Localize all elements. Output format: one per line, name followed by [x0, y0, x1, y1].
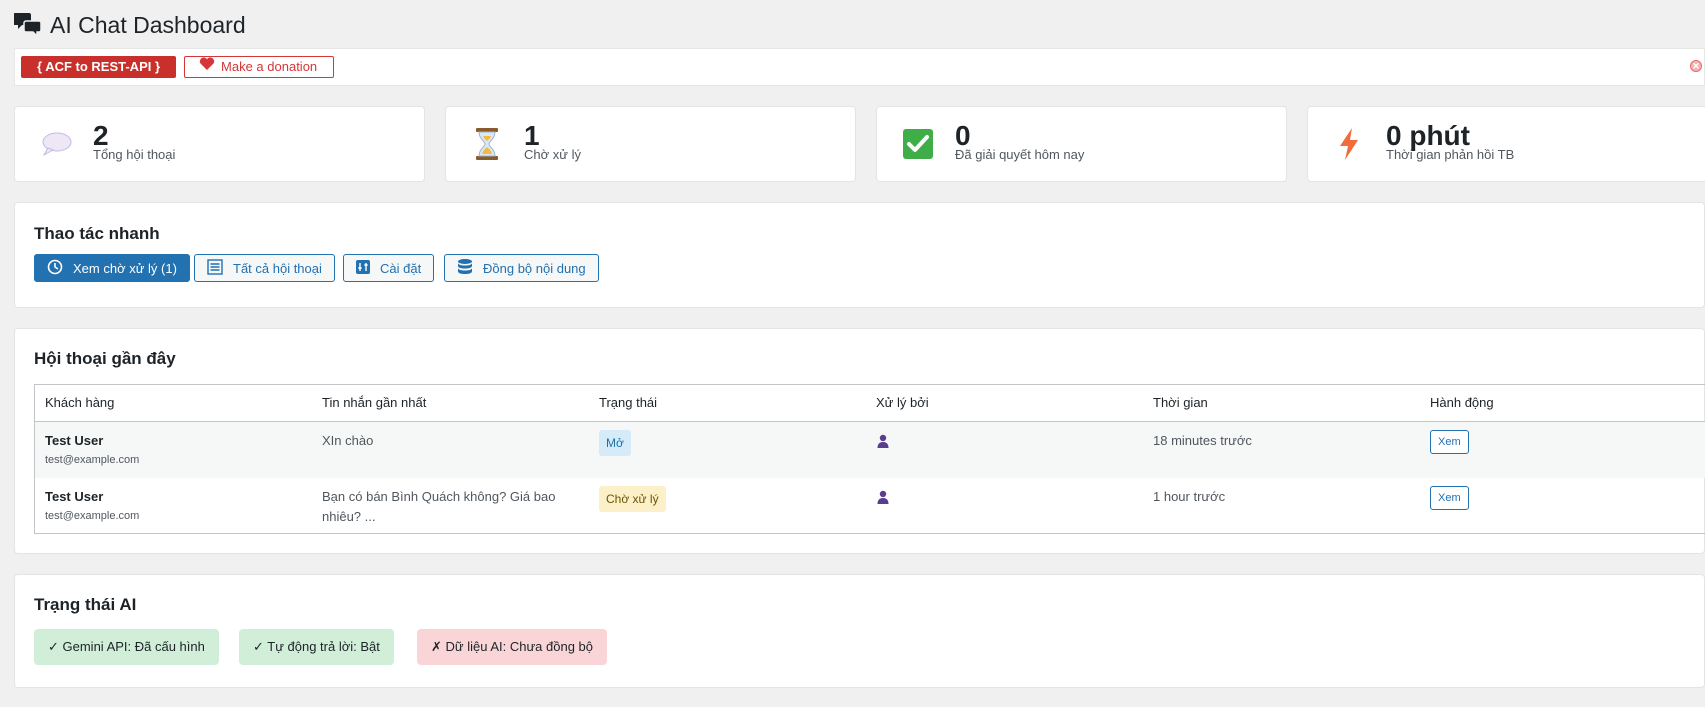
- chat-bubbles-icon: [13, 11, 42, 40]
- user-icon: [876, 490, 890, 507]
- status-badge: Mở: [599, 430, 631, 456]
- stat-card-total: 2 Tổng hội thoại: [14, 106, 425, 182]
- column-header: Thời gian: [1153, 395, 1208, 410]
- settings-label: Cài đặt: [380, 260, 422, 276]
- customer-email: test@example.com: [45, 510, 140, 522]
- column-header: Tin nhắn gần nhất: [322, 395, 427, 410]
- user-icon: [876, 434, 890, 451]
- database-icon: [457, 258, 473, 279]
- heart-icon: [199, 57, 215, 77]
- column-header: Hành động: [1430, 395, 1494, 410]
- clock-icon: [47, 259, 63, 278]
- customer-email: test@example.com: [45, 454, 140, 466]
- stat-card-response-time: 0 phút Thời gian phản hồi TB: [1307, 106, 1705, 182]
- ai-data-sync-status: ✗ Dữ liệu AI: Chưa đồng bộ: [417, 629, 607, 665]
- stat-label: Chờ xử lý: [524, 147, 581, 162]
- sync-content-label: Đồng bộ nội dung: [483, 260, 586, 276]
- all-conversations-button[interactable]: Tất cả hội thoại: [194, 254, 335, 282]
- last-message: Bạn có bán Bình Quách không? Giá bao: [322, 489, 556, 504]
- customer-name: Test User: [45, 433, 104, 448]
- view-pending-button[interactable]: Xem chờ xử lý (1): [34, 254, 190, 282]
- ai-status-panel: Trạng thái AI ✓ Gemini API: Đã cấu hình …: [14, 574, 1705, 688]
- status-badge: Chờ xử lý: [599, 486, 666, 512]
- view-conversation-button[interactable]: Xem: [1430, 486, 1469, 510]
- auto-reply-status: ✓ Tự động trả lời: Bật: [239, 629, 394, 665]
- page-header: AI Chat Dashboard: [13, 10, 246, 40]
- acf-to-rest-api-button[interactable]: { ACF to REST-API }: [21, 56, 177, 78]
- gemini-api-status: ✓ Gemini API: Đã cấu hình: [34, 629, 219, 665]
- view-pending-label: Xem chờ xử lý (1): [73, 260, 177, 276]
- last-message-continued: nhiêu? ...: [322, 509, 376, 524]
- stat-label: Đã giải quyết hôm nay: [955, 147, 1085, 162]
- last-message: XIn chào: [322, 433, 374, 448]
- check-mark-icon: [901, 127, 935, 161]
- customer-name: Test User: [45, 489, 104, 504]
- stat-label: Thời gian phản hồi TB: [1386, 147, 1515, 162]
- lightning-icon: [1332, 127, 1366, 161]
- settings-button[interactable]: Cài đặt: [343, 254, 435, 282]
- hourglass-icon: [470, 127, 504, 161]
- plugin-notice: { ACF to REST-API } Make a donation ✕: [14, 48, 1705, 86]
- column-header: Xử lý bởi: [876, 395, 929, 410]
- sync-content-button[interactable]: Đồng bộ nội dung: [444, 254, 599, 282]
- view-conversation-button[interactable]: Xem: [1430, 430, 1469, 454]
- list-icon: [207, 258, 223, 278]
- stats-row: 2 Tổng hội thoại 1 Chờ xử lý 0 Đã giải q…: [14, 106, 1705, 182]
- stat-card-resolved: 0 Đã giải quyết hôm nay: [876, 106, 1287, 182]
- quick-actions-panel: Thao tác nhanh Xem chờ xử lý (1) Tất cả …: [14, 202, 1705, 308]
- dismiss-notice-icon[interactable]: ✕: [1690, 60, 1702, 72]
- recent-conversations-title: Hội thoại gần đây: [34, 349, 176, 368]
- page-title: AI Chat Dashboard: [50, 11, 246, 38]
- column-header: Khách hàng: [45, 395, 115, 410]
- recent-conversations-panel: Hội thoại gần đây Khách hàng Tin nhắn gầ…: [14, 328, 1705, 554]
- make-donation-button[interactable]: Make a donation: [184, 56, 335, 78]
- conversation-time: 1 hour trước: [1153, 489, 1226, 504]
- conversation-time: 18 minutes trước: [1153, 433, 1252, 448]
- donate-label: Make a donation: [221, 59, 318, 74]
- ai-status-title: Trạng thái AI: [34, 595, 137, 614]
- table-row: Test User test@example.com XIn chào Mở 1…: [35, 422, 1705, 478]
- quick-actions-title: Thao tác nhanh: [34, 224, 160, 243]
- speech-bubble-icon: [39, 127, 73, 161]
- stat-label: Tổng hội thoại: [93, 147, 176, 162]
- table-row: Test User test@example.com Bạn có bán Bì…: [35, 478, 1705, 534]
- column-header: Trạng thái: [599, 395, 658, 410]
- sliders-icon: [356, 259, 370, 277]
- conversations-table: Khách hàng Tin nhắn gần nhất Trạng thái …: [34, 384, 1705, 534]
- all-conversations-label: Tất cả hội thoại: [233, 260, 322, 276]
- stat-card-pending: 1 Chờ xử lý: [445, 106, 856, 182]
